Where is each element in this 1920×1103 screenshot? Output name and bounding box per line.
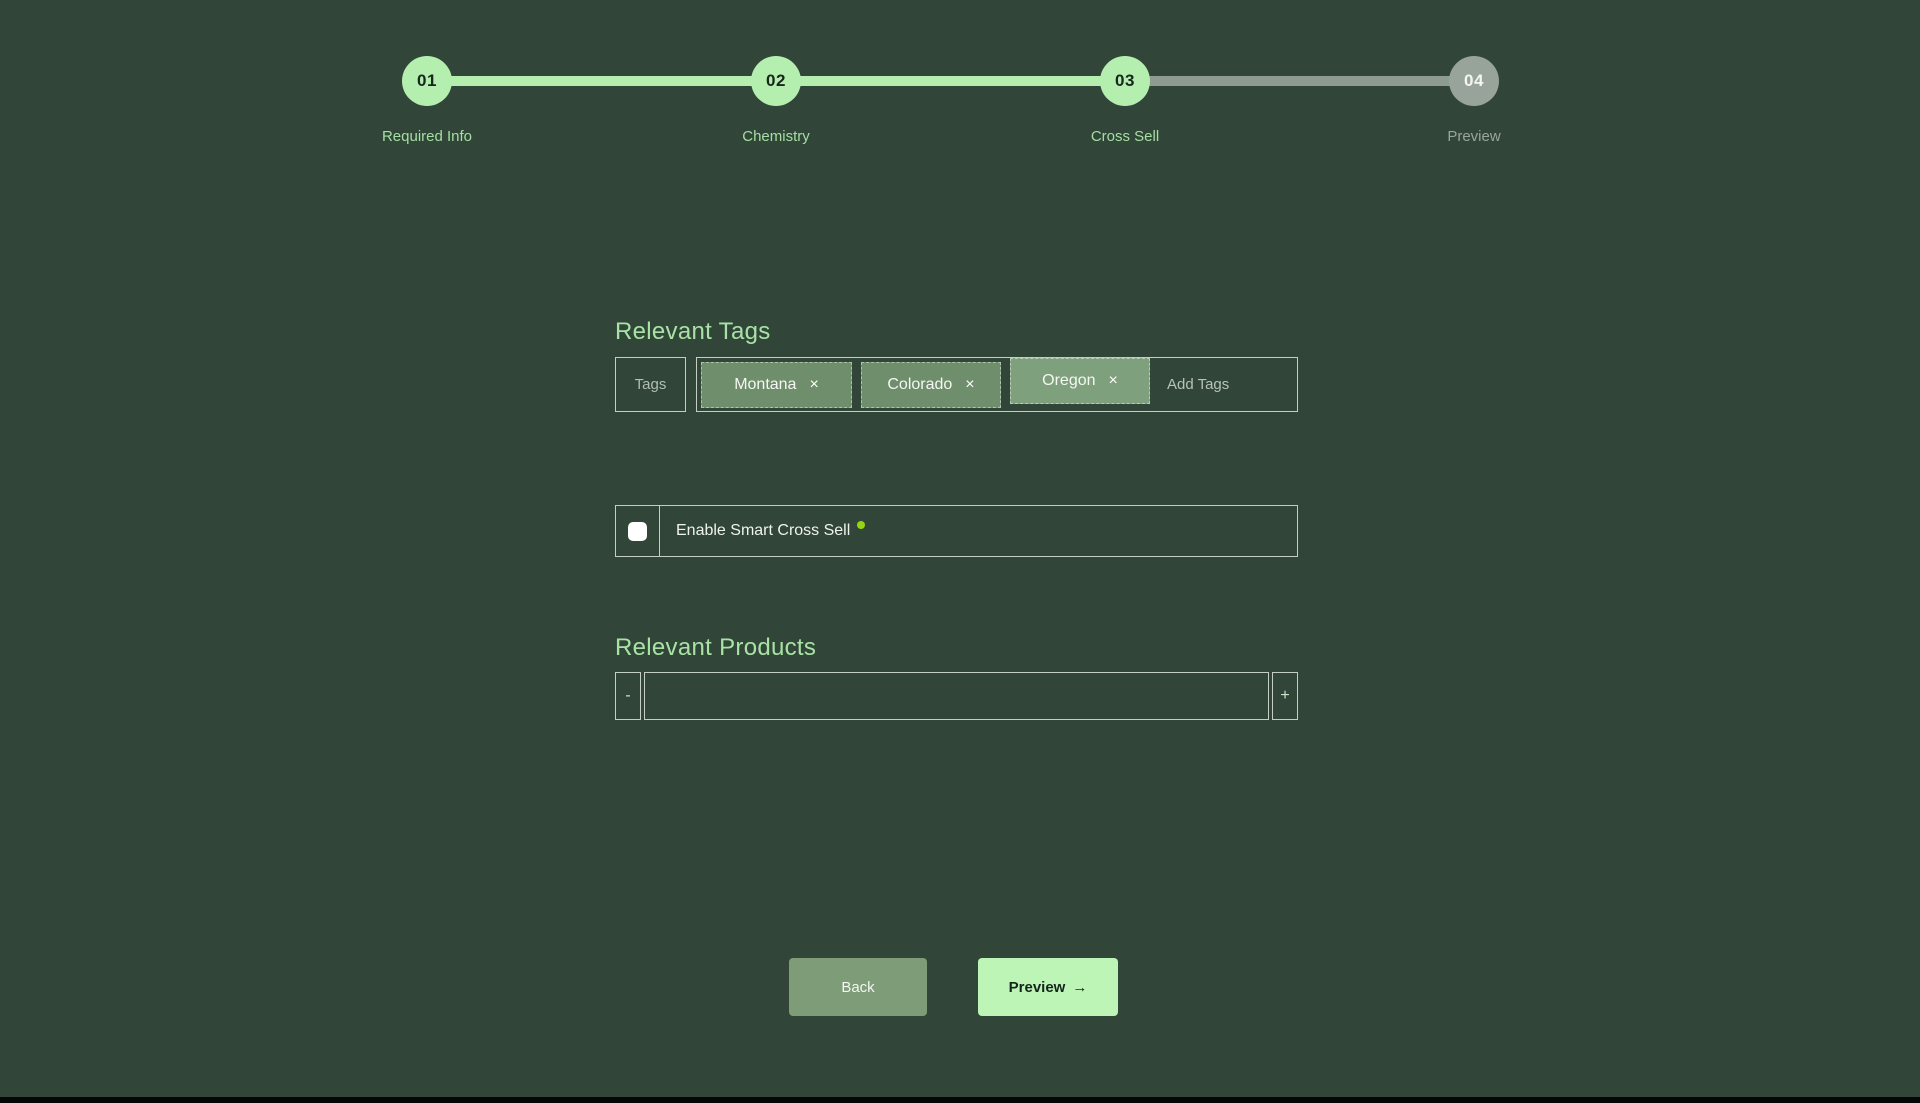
step-required-info[interactable]: 01 Required Info bbox=[337, 56, 517, 145]
step-label: Preview bbox=[1384, 128, 1564, 145]
step-number-badge[interactable]: 01 bbox=[402, 56, 452, 106]
tags-input-container[interactable]: Montana × Colorado × Oregon × Add Tags bbox=[696, 357, 1298, 412]
tag-chip-label: Oregon bbox=[1042, 372, 1095, 390]
step-number-badge[interactable]: 02 bbox=[751, 56, 801, 106]
smart-cross-sell-checkbox[interactable] bbox=[628, 522, 647, 541]
tag-chip-label: Colorado bbox=[887, 376, 952, 394]
remove-tag-icon[interactable]: × bbox=[965, 376, 974, 394]
preview-button[interactable]: Preview → bbox=[978, 958, 1118, 1016]
products-value-field[interactable] bbox=[644, 672, 1269, 720]
step-chemistry[interactable]: 02 Chemistry bbox=[686, 56, 866, 145]
arrow-right-icon: → bbox=[1072, 979, 1087, 996]
checkbox-label-cell: Enable Smart Cross Sell bbox=[660, 506, 865, 556]
bottom-black-strip bbox=[0, 1097, 1920, 1103]
back-button[interactable]: Back bbox=[789, 958, 927, 1016]
tags-field-label: Tags bbox=[615, 357, 686, 412]
step-number-badge[interactable]: 04 bbox=[1449, 56, 1499, 106]
increment-button[interactable]: + bbox=[1272, 672, 1298, 720]
step-label: Chemistry bbox=[686, 128, 866, 145]
preview-button-label: Preview bbox=[1009, 979, 1066, 996]
step-label: Required Info bbox=[337, 128, 517, 145]
remove-tag-icon[interactable]: × bbox=[1109, 372, 1118, 390]
back-button-label: Back bbox=[841, 979, 874, 996]
remove-tag-icon[interactable]: × bbox=[809, 376, 818, 394]
step-cross-sell[interactable]: 03 Cross Sell bbox=[1035, 56, 1215, 145]
add-tags-placeholder[interactable]: Add Tags bbox=[1167, 376, 1229, 393]
step-number-badge[interactable]: 03 bbox=[1100, 56, 1150, 106]
tags-field-row: Tags Montana × Colorado × Oregon × Add T… bbox=[615, 357, 1298, 412]
required-indicator-dot bbox=[857, 521, 865, 529]
step-label: Cross Sell bbox=[1035, 128, 1215, 145]
form-content: Relevant Tags Tags Montana × Colorado × … bbox=[615, 0, 1298, 1103]
step-preview[interactable]: 04 Preview bbox=[1384, 56, 1564, 145]
tag-chip-label: Montana bbox=[734, 376, 796, 394]
checkbox-cell bbox=[616, 506, 660, 556]
decrement-button[interactable]: - bbox=[615, 672, 641, 720]
tag-chip-montana[interactable]: Montana × bbox=[701, 362, 852, 408]
products-quantity-row: - + bbox=[615, 672, 1298, 720]
relevant-tags-heading: Relevant Tags bbox=[615, 318, 771, 346]
smart-cross-sell-row: Enable Smart Cross Sell bbox=[615, 505, 1298, 557]
tag-chip-oregon[interactable]: Oregon × bbox=[1010, 358, 1150, 404]
tag-chip-colorado[interactable]: Colorado × bbox=[861, 362, 1001, 408]
smart-cross-sell-label: Enable Smart Cross Sell bbox=[676, 522, 850, 540]
relevant-products-heading: Relevant Products bbox=[615, 634, 816, 662]
